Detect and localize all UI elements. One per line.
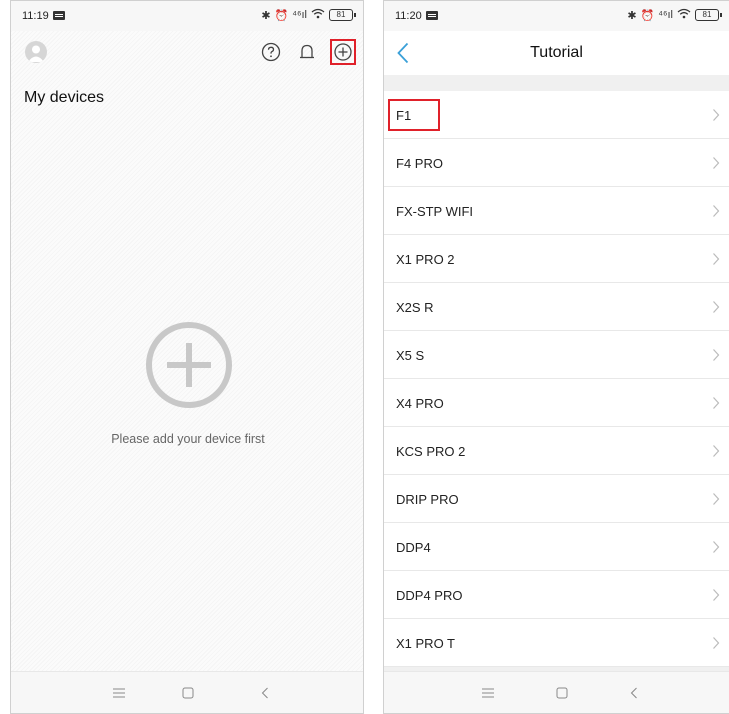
device-label: DDP4 [396,540,431,555]
device-label: DDP4 PRO [396,588,463,603]
device-list-item[interactable]: F1 [384,91,729,139]
device-list-item[interactable]: KCS PRO 2 [384,427,729,475]
device-list-item[interactable]: FX-STP WIFI [384,187,729,235]
device-list-item[interactable]: X1 PRO 2 [384,235,729,283]
device-label: X1 PRO T [396,636,456,651]
chevron-right-icon [711,299,721,315]
chevron-right-icon [711,107,721,123]
chevron-right-icon [711,539,721,555]
device-list-item[interactable]: X1 PRO T [384,619,729,667]
device-list-item[interactable]: X5 S [384,331,729,379]
device-list-item[interactable]: X4 PRO [384,379,729,427]
signal-icon: ⁴⁶ıl [658,9,673,21]
bluetooth-icon: ✱ [627,9,637,22]
help-circle-icon[interactable] [258,39,284,65]
phone-screen-my-devices: 11:19 ✱ ⏰ ⁴⁶ıl 81 My devices Please add … [10,0,364,714]
device-label: X2S R [396,300,434,315]
wifi-icon [311,8,325,22]
device-list-item[interactable]: X2S R [384,283,729,331]
chevron-right-icon [711,443,721,459]
menu-lines-icon[interactable] [478,684,498,702]
bell-icon[interactable] [294,39,320,65]
system-icons: ✱ ⏰ ⁴⁶ıl 81 [627,8,722,22]
device-list: F1 F4 PRO FX-STP WIFI X1 PRO 2 X2S R X5 S X4 P… [384,91,729,667]
chevron-right-icon [711,203,721,219]
section-title: My devices [24,89,105,106]
status-bar: 11:20 ✱ ⏰ ⁴⁶ıl 81 [384,1,729,31]
chevron-right-icon [711,491,721,507]
section-divider [384,75,729,91]
message-notification-icon [53,11,65,20]
status-time: 11:19 [22,10,49,22]
chevron-left-icon[interactable] [255,684,275,702]
device-label: X1 PRO 2 [396,252,455,267]
add-circle-icon[interactable] [330,39,356,65]
menu-lines-icon[interactable] [109,684,129,702]
device-list-item[interactable]: DRIP PRO [384,475,729,523]
alarm-icon: ⏰ [640,9,655,22]
square-home-icon[interactable] [552,684,572,702]
alarm-icon: ⏰ [274,9,289,22]
status-bar: 11:19 ✱ ⏰ ⁴⁶ıl 81 [11,1,363,31]
chevron-right-icon [711,587,721,603]
device-label: DRIP PRO [396,492,459,507]
top-bar [11,31,363,77]
device-label: X4 PRO [396,396,444,411]
chevron-right-icon [711,347,721,363]
device-list-item[interactable]: DDP4 [384,523,729,571]
square-home-icon[interactable] [178,684,198,702]
wifi-icon [677,8,691,22]
navigation-bar [384,671,729,713]
signal-icon: ⁴⁶ıl [292,9,307,21]
bluetooth-icon: ✱ [261,9,271,22]
empty-state-message: Please add your device first [111,432,265,446]
device-label: F4 PRO [396,156,443,171]
chevron-left-icon[interactable] [624,684,644,702]
system-icons: ✱ ⏰ ⁴⁶ıl 81 [261,8,356,22]
chevron-right-icon [711,395,721,411]
device-label: X5 S [396,348,425,363]
add-circle-large-icon[interactable] [145,321,233,409]
header-bar: Tutorial [384,31,729,75]
device-list-item[interactable]: F4 PRO [384,139,729,187]
device-label: KCS PRO 2 [396,444,466,459]
status-time: 11:20 [395,10,422,22]
user-avatar-icon[interactable] [25,41,47,63]
chevron-right-icon [711,155,721,171]
phone-screen-tutorial: 11:20 ✱ ⏰ ⁴⁶ıl 81 Tutorial F1 F4 PRO FX-ST… [383,0,729,714]
chevron-right-icon [711,251,721,267]
device-list-item[interactable]: DDP4 PRO [384,571,729,619]
page-title: Tutorial [530,44,583,61]
battery-icon: 81 [329,9,356,21]
battery-icon: 81 [695,9,722,21]
navigation-bar [11,671,363,713]
chevron-right-icon [711,635,721,651]
message-notification-icon [426,11,438,20]
device-label: F1 [396,108,412,123]
device-label: FX-STP WIFI [396,204,474,219]
